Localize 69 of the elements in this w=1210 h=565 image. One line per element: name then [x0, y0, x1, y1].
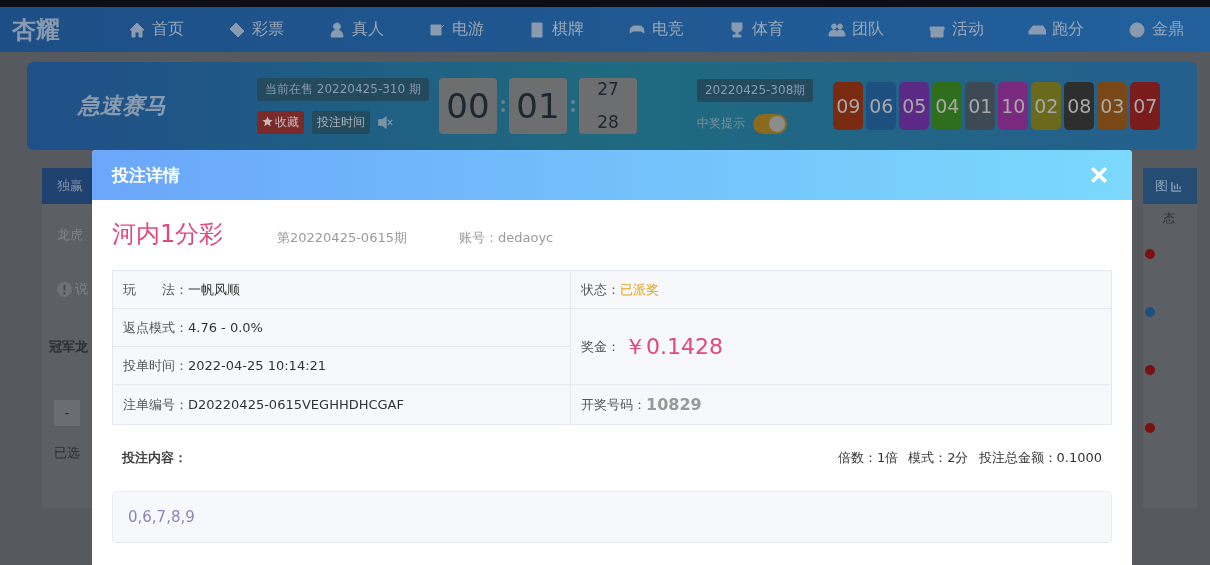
trend-tab[interactable]: 图 [1143, 168, 1197, 204]
game-logo: 急速赛马 [76, 92, 167, 120]
field-label: 返点模式： [123, 318, 188, 337]
field-label: 投单时间： [123, 356, 188, 375]
close-icon [1090, 166, 1108, 184]
result-number: 05 [899, 82, 930, 130]
win-alert-label: 中奖提示 [696, 115, 745, 132]
minus-button[interactable]: - [54, 400, 80, 426]
flip-bottom-text: 28 [597, 114, 619, 131]
house-icon [128, 20, 146, 39]
win-alert-toggle[interactable] [752, 113, 787, 134]
nav-item[interactable]: 电游 [428, 19, 484, 40]
bet-numbers: 0,6,7,8,9 [128, 508, 195, 526]
result-number: 02 [1031, 82, 1062, 130]
result-number: 10 [998, 82, 1029, 130]
nav-item[interactable]: 团队 [828, 19, 884, 40]
timer-digit-card: 01 [508, 78, 567, 134]
site-logo[interactable]: 杏耀 [12, 13, 110, 46]
nav-item[interactable]: 活动 [928, 19, 984, 40]
lottery-name: 河内1分彩 [112, 219, 225, 250]
last-issue-label: 20220425-308期 [696, 78, 814, 102]
nav-item[interactable]: 真人 [328, 19, 384, 40]
field-value: 2022-04-25 10:14:21 [188, 358, 327, 373]
account-text: 账号：dedaoyc [459, 229, 554, 247]
issue-label: 当前在售 20220425-310 期 [257, 78, 429, 101]
nav-item[interactable]: 首页 [128, 19, 184, 40]
result-number: 08 [1064, 82, 1095, 130]
field-label: 状态： [581, 280, 620, 299]
timer-digit-card: 00 [438, 78, 497, 134]
result-number: 03 [1097, 82, 1128, 130]
star-icon [262, 116, 273, 127]
nav-item[interactable]: 电竞 [628, 19, 684, 40]
colon-icon [570, 98, 575, 114]
field-value: D20220425-0615VEGHHDHCGAF [188, 397, 404, 412]
person-icon [328, 20, 346, 39]
bet-time-button[interactable]: 投注时间 [312, 111, 370, 134]
draw-number: 10829 [646, 395, 702, 414]
multiple-text: 倍数：1倍 [837, 449, 899, 467]
nav-item[interactable]: 体育 [728, 19, 784, 40]
field-label: 注单编号： [123, 395, 188, 414]
prize-value: ￥0.1428 [624, 332, 723, 361]
field-label: 奖金： [581, 337, 620, 356]
result-number: 07 [1130, 82, 1161, 130]
result-number: 09 [833, 82, 864, 130]
nav-item[interactable]: 彩票 [228, 19, 284, 40]
content-label: 投注内容： [122, 449, 187, 467]
colon-icon [500, 98, 505, 114]
field-label: 开奖号码： [581, 395, 646, 414]
result-number: 04 [932, 82, 963, 130]
info-icon [57, 281, 72, 297]
close-button[interactable] [1090, 166, 1108, 184]
field-value: 4.76 - 0.0% [188, 320, 263, 335]
mode-text: 模式：2分 [908, 449, 969, 467]
result-number: 06 [866, 82, 897, 130]
total-text: 投注总金额：0.1000 [978, 449, 1102, 467]
mute-icon[interactable] [378, 116, 394, 129]
status-value: 已派奖 [620, 280, 659, 299]
flip-top-text: 27 [597, 81, 619, 98]
nav-item[interactable]: 金鼎 [1128, 19, 1184, 40]
favorite-button[interactable]: 收藏 [257, 111, 304, 134]
field-label: 玩 法： [123, 280, 188, 299]
result-number: 01 [965, 82, 996, 130]
field-value: 一帆风顺 [188, 280, 240, 299]
trophy-icon [728, 20, 746, 39]
issue-number: 第20220425-0615期 [277, 229, 408, 247]
nav-item[interactable]: 跑分 [1028, 19, 1084, 40]
chart-icon [1171, 180, 1182, 192]
nav-item[interactable]: 棋牌 [528, 19, 584, 40]
people-icon [828, 20, 846, 39]
